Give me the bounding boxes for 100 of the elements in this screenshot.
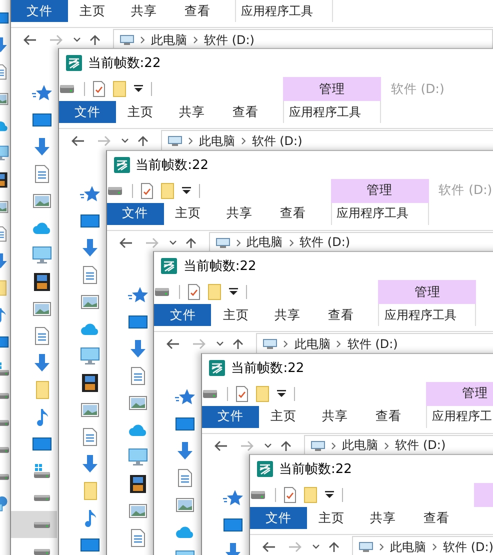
film-icon <box>32 272 52 292</box>
breadcrumb[interactable]: 软件 (D:) <box>347 336 398 353</box>
breadcrumb[interactable]: 此电脑 <box>198 132 235 150</box>
drive-icon[interactable] <box>60 85 74 94</box>
group-label: 管理 <box>366 182 393 200</box>
ribbon-tab[interactable]: 文件 <box>11 0 68 22</box>
chevron-right-icon <box>188 137 193 146</box>
document-check-icon[interactable] <box>236 386 248 402</box>
breadcrumb[interactable]: 此电脑 <box>151 32 187 48</box>
address-bar[interactable]: 此电脑 软件 (D:) <box>160 130 493 152</box>
address-bar[interactable]: 此电脑 软件 (D:) <box>352 536 493 555</box>
chevron-right-icon <box>193 36 198 44</box>
up-icon[interactable] <box>328 541 340 553</box>
star-icon <box>175 386 196 407</box>
monitor-icon <box>32 244 52 264</box>
ribbon-tab[interactable]: 应用程序工具 <box>378 304 476 326</box>
computer-icon <box>311 440 326 451</box>
ribbon-tab[interactable]: 文件 <box>106 202 164 225</box>
chevron-down-icon[interactable] <box>264 442 272 449</box>
chevron-right-icon <box>432 543 437 551</box>
back-icon[interactable] <box>118 236 133 249</box>
ribbon-tab[interactable]: 文件 <box>154 304 212 326</box>
computer-icon <box>216 238 230 248</box>
download-arrow-icon <box>80 238 100 258</box>
ribbon-tab[interactable]: 文件 <box>250 507 307 529</box>
download-arrow-icon <box>32 352 52 372</box>
up-icon[interactable] <box>184 236 197 249</box>
window-title: 当前帧数:22 <box>279 461 352 478</box>
group-label: 管理 <box>414 284 440 301</box>
chevron-right-icon <box>379 543 384 551</box>
chevron-right-icon <box>236 238 241 247</box>
back-icon[interactable] <box>70 135 85 148</box>
download-arrow-icon <box>32 136 52 156</box>
customize-dropdown-icon[interactable] <box>229 288 238 296</box>
group-label: 管理 <box>318 80 345 98</box>
up-icon[interactable] <box>280 440 292 452</box>
group-label: 管理 <box>462 385 488 402</box>
chevron-down-icon[interactable] <box>216 341 224 348</box>
back-icon[interactable] <box>262 541 276 553</box>
breadcrumb[interactable]: 软件 (D:) <box>300 234 350 252</box>
breadcrumb[interactable]: 软件 (D:) <box>252 132 302 150</box>
document-icon <box>32 326 52 346</box>
back-icon[interactable] <box>214 440 228 452</box>
customize-dropdown-icon[interactable] <box>182 186 191 195</box>
ribbon-tab[interactable]: 文件 <box>202 406 260 428</box>
drive-icon[interactable] <box>108 186 122 195</box>
ribbon-tab[interactable]: 应用程序工具 <box>330 202 429 225</box>
drive-icon[interactable] <box>155 288 170 296</box>
customize-dropdown-icon[interactable] <box>277 390 286 398</box>
film-icon <box>128 474 148 494</box>
address-bar[interactable]: 此电脑 软件 (D:) <box>304 434 493 457</box>
back-icon[interactable] <box>23 34 37 46</box>
customize-dropdown-icon[interactable] <box>134 85 143 94</box>
chevron-down-icon[interactable] <box>168 240 177 246</box>
address-bar[interactable]: 此电脑 软件 (D:) <box>208 232 493 254</box>
back-icon[interactable] <box>166 338 180 350</box>
app-logo-icon <box>161 258 178 274</box>
drive-icon[interactable] <box>203 390 218 398</box>
breadcrumb[interactable]: 此电脑 <box>294 336 330 353</box>
breadcrumb[interactable]: 软件 (D:) <box>395 437 446 454</box>
breadcrumb[interactable]: 此电脑 <box>342 437 378 454</box>
monitor-icon <box>80 346 100 366</box>
star-icon <box>32 82 52 102</box>
document-check-icon[interactable] <box>92 81 105 98</box>
ribbon-tab[interactable]: 应用程序工具 <box>282 101 381 124</box>
breadcrumb[interactable]: 此电脑 <box>246 234 283 252</box>
location-label: 软件 (D:) <box>390 80 444 98</box>
chevron-right-icon <box>336 340 342 348</box>
download-arrow-icon <box>128 339 148 360</box>
up-icon[interactable] <box>136 135 149 148</box>
document-check-icon[interactable] <box>140 182 153 199</box>
customize-dropdown-icon[interactable] <box>325 491 334 499</box>
drive-icon <box>34 494 50 500</box>
app-logo-icon <box>66 55 82 72</box>
document-icon <box>32 164 52 184</box>
computer-icon <box>120 35 134 45</box>
app-logo-icon <box>209 360 226 376</box>
address-bar[interactable]: 此电脑 软件 (D:) <box>256 333 493 356</box>
document-check-icon[interactable] <box>284 487 296 503</box>
document-check-icon[interactable] <box>188 284 200 300</box>
computer-icon <box>359 542 373 552</box>
computer-icon <box>263 339 278 350</box>
up-icon[interactable] <box>232 338 244 350</box>
breadcrumb[interactable]: 此电脑 <box>390 538 426 555</box>
ribbon-tab[interactable]: 应用程序工 <box>426 406 493 428</box>
breadcrumb[interactable]: 软件 (D:) <box>443 538 493 555</box>
drive-icon <box>34 522 50 528</box>
film-icon <box>80 372 100 393</box>
chevron-down-icon[interactable] <box>312 544 320 550</box>
up-icon[interactable] <box>89 34 101 46</box>
window-title: 当前帧数:22 <box>183 258 256 276</box>
breadcrumb[interactable]: 软件 (D:) <box>204 32 254 48</box>
chevron-down-icon[interactable] <box>73 37 81 43</box>
chevron-right-icon <box>288 238 294 247</box>
chevron-right-icon <box>283 340 288 348</box>
chevron-down-icon[interactable] <box>120 138 129 144</box>
app-logo-icon <box>257 461 273 477</box>
ribbon-tab[interactable]: 文件 <box>58 101 116 124</box>
ribbon-tab[interactable]: 应用程序工具 <box>235 0 333 22</box>
chevron-right-icon <box>140 36 145 44</box>
